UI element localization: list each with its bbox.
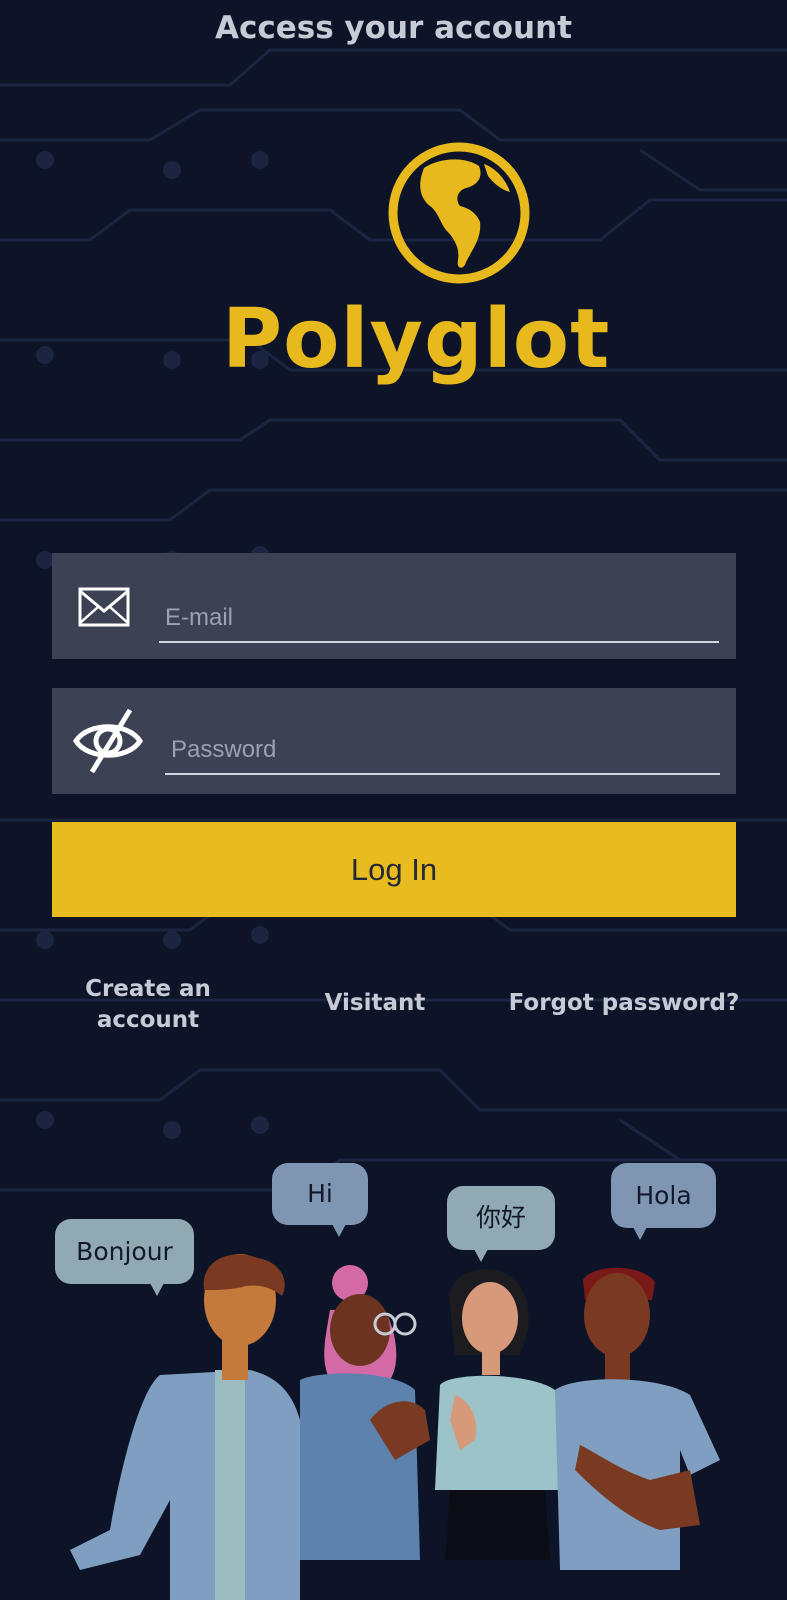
page-title: Access your account <box>214 10 573 46</box>
password-field-container <box>52 688 736 794</box>
person-3-figure <box>435 1269 565 1560</box>
create-account-link[interactable]: Create an account <box>78 974 218 1036</box>
person-4-figure <box>555 1267 720 1570</box>
forgot-password-link[interactable]: Forgot password? <box>505 988 743 1019</box>
speech-bubble-hi: Hi <box>272 1163 368 1225</box>
speech-bubble-hola: Hola <box>611 1163 716 1228</box>
eye-off-icon[interactable] <box>72 706 144 776</box>
login-button[interactable]: Log In <box>52 822 736 917</box>
person-2-figure <box>300 1265 430 1560</box>
app-logo-text: Polyglot <box>222 292 611 387</box>
people-illustration <box>70 1254 720 1600</box>
password-input[interactable] <box>165 727 720 775</box>
visitant-link[interactable]: Visitant <box>310 988 440 1019</box>
email-field-container <box>52 553 736 659</box>
globe-americas-icon <box>388 142 530 284</box>
email-input[interactable] <box>159 595 719 643</box>
envelope-icon <box>78 587 130 627</box>
